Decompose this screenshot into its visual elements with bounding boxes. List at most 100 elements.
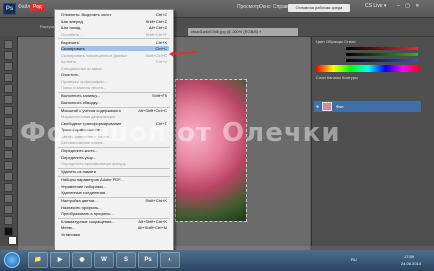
- menu-edit[interactable]: Ред: [30, 3, 45, 11]
- stamp-tool-icon[interactable]: [4, 128, 13, 137]
- edit-menu-item[interactable]: Удалить из памяти: [61, 169, 169, 174]
- menu-item-label: Определить кисть...: [61, 148, 98, 154]
- menu-item-shortcut: Shift+Ctrl+K: [145, 197, 167, 203]
- rose-photo[interactable]: [175, 79, 247, 222]
- blur-tool-icon[interactable]: [4, 172, 13, 181]
- menu-item-label: Вырезать: [61, 39, 79, 45]
- healing-tool-icon[interactable]: [4, 106, 13, 115]
- menu-item-shortcut: Shift+Ctrl+F: [145, 31, 167, 37]
- edit-menu-item[interactable]: Очистить: [61, 72, 169, 77]
- photoshop-icon[interactable]: Ps: [138, 252, 158, 268]
- type-tool-icon[interactable]: [4, 205, 13, 214]
- background-color-swatch[interactable]: [8, 236, 17, 245]
- marquee-tool-icon[interactable]: [4, 51, 13, 60]
- edit-menu-item[interactable]: Наборы параметров Adobe PDF...: [61, 177, 169, 182]
- menu-item-shortcut: Alt+Shift+Ctrl+C: [138, 107, 167, 113]
- edit-menu-item[interactable]: Масштаб с учетом содержимого Alt+Shift+Ct…: [61, 108, 169, 113]
- firefox-icon[interactable]: ◐: [160, 252, 180, 268]
- menu-item-label: Шаг вперед: [61, 18, 83, 24]
- edit-menu-item[interactable]: Удаленные соединения...: [61, 190, 169, 195]
- red-slider[interactable]: [346, 47, 418, 50]
- menu-item-shortcut: Ctrl+V: [155, 59, 167, 65]
- media-icon[interactable]: ▶: [50, 252, 70, 268]
- skype-icon[interactable]: S: [116, 252, 136, 268]
- edit-menu-item[interactable]: Назначить профиль...: [61, 205, 169, 210]
- menu-item-label: Масштаб с учетом содержимого: [61, 107, 121, 113]
- brush-tool-icon[interactable]: [4, 117, 13, 126]
- menu-item-shortcut: Shift+Ctrl+Z: [145, 18, 167, 24]
- edit-menu-item: Скопировать совмещенные данные Shift+Ctrl…: [61, 53, 169, 58]
- menu-item-label: Клавиатурные сокращения...: [61, 218, 115, 224]
- move-tool-icon[interactable]: [4, 40, 13, 49]
- menu-item-shortcut: Shift+F5: [151, 93, 167, 99]
- edit-menu-item[interactable]: Настройка цветов... Shift+Ctrl+K: [61, 198, 169, 203]
- gradient-tool-icon[interactable]: [4, 161, 13, 170]
- menu-item-label: Преобразовать в профиль...: [61, 211, 114, 217]
- workspace-button[interactable]: Основная рабочая среда: [288, 4, 350, 12]
- color-panel-tabs[interactable]: Цвет Образцы Стили: [316, 39, 356, 44]
- blue-slider[interactable]: [346, 59, 418, 62]
- edit-menu-item[interactable]: Скопировать Ctrl+C: [61, 46, 169, 52]
- pen-tool-icon[interactable]: [4, 194, 13, 203]
- eraser-tool-icon[interactable]: [4, 150, 13, 159]
- language-indicator[interactable]: RU: [351, 257, 357, 262]
- start-button-icon[interactable]: [4, 252, 20, 268]
- menu-item-label: Скопировать совмещенные данные: [61, 52, 128, 58]
- green-slider[interactable]: [346, 53, 418, 56]
- chrome-icon[interactable]: ◉: [72, 252, 92, 268]
- menu-item-label: Скопировать: [61, 46, 85, 52]
- annotation-arrow-head: [169, 51, 174, 57]
- menu-file[interactable]: Файл: [18, 4, 30, 10]
- history-brush-tool-icon[interactable]: [4, 139, 13, 148]
- menu-item-label: Вклеить: [61, 59, 77, 65]
- cs-live-button[interactable]: CS Live ▾: [365, 3, 386, 9]
- edit-menu-item[interactable]: Преобразовать в профиль...: [61, 211, 169, 216]
- edit-menu-item[interactable]: Выполнить заливку... Shift+F5: [61, 93, 169, 98]
- document-tab[interactable]: cfcad1a4cf244b.jpg @ 100% (RGB/8) ×: [188, 28, 298, 36]
- menu-item-shortcut: Ctrl+Z: [156, 12, 167, 17]
- eyedropper-tool-icon[interactable]: [4, 95, 13, 104]
- edit-menu-item[interactable]: Выполнить обводку...: [61, 100, 169, 105]
- watermark-text: Фотошоп от Олечки: [20, 118, 341, 148]
- edit-menu-item: Вклеить Ctrl+V: [61, 59, 169, 64]
- edit-menu-item[interactable]: Клавиатурные сокращения... Alt+Shift+Ctrl…: [61, 219, 169, 224]
- edit-menu-item[interactable]: Вырезать Ctrl+X: [61, 40, 169, 45]
- eye-icon[interactable]: ●: [316, 104, 319, 110]
- dodge-tool-icon[interactable]: [4, 183, 13, 192]
- menu-item-shortcut: Alt+Shift+Ctrl+M: [137, 225, 167, 231]
- edit-menu-item[interactable]: Определить кисть...: [61, 148, 169, 153]
- foreground-color-swatch[interactable]: [4, 227, 13, 236]
- menu-item-shortcut: Ctrl+C: [155, 46, 167, 52]
- edit-menu-item[interactable]: Шаг назад Alt+Ctrl+Z: [61, 25, 169, 30]
- menu-view[interactable]: Просмотр: [237, 4, 260, 10]
- clock-time[interactable]: 17:59: [404, 254, 414, 259]
- menu-window[interactable]: Окно: [259, 4, 271, 10]
- path-select-tool-icon[interactable]: [4, 216, 13, 225]
- edit-menu-item[interactable]: Шаг вперед Shift+Ctrl+Z: [61, 19, 169, 24]
- edit-menu-item[interactable]: Установки: [61, 232, 169, 237]
- edit-menu-item[interactable]: Управление наборами...: [61, 184, 169, 189]
- menu-item-shortcut: Shift+Ctrl+C: [145, 52, 167, 58]
- color-ramp[interactable]: [316, 65, 420, 72]
- edit-menu-item[interactable]: Меню... Alt+Shift+Ctrl+M: [61, 225, 169, 230]
- lasso-tool-icon[interactable]: [4, 62, 13, 71]
- edit-menu-item[interactable]: Определить узор...: [61, 155, 169, 160]
- edit-menu-item[interactable]: Отменить: Выделить холст Ctrl+Z: [61, 12, 169, 17]
- quick-select-tool-icon[interactable]: [4, 73, 13, 82]
- menu-item-shortcut: Alt+Shift+Ctrl+K: [138, 218, 167, 224]
- menu-item-label: Меню...: [61, 225, 76, 231]
- menu-item-label: Выполнить заливку...: [61, 93, 101, 99]
- window-controls[interactable]: – ▢ ✕: [397, 3, 421, 9]
- menu-item-label: Управление наборами...: [61, 183, 107, 189]
- layers-panel-tabs[interactable]: Слои Каналы Контуры: [316, 75, 358, 80]
- explorer-icon[interactable]: 📁: [28, 252, 48, 268]
- menu-item-shortcut: Ctrl+X: [155, 39, 167, 45]
- menu-item-label: Удалить из памяти: [61, 169, 96, 175]
- crop-tool-icon[interactable]: [4, 84, 13, 93]
- menu-item-label: Поиск и замена текста...: [61, 85, 107, 91]
- clock-date[interactable]: 24.08.2014: [401, 261, 421, 266]
- word-icon[interactable]: W: [94, 252, 114, 268]
- menu-item-shortcut: Alt+Ctrl+Z: [148, 25, 167, 31]
- menu-item-label: Проверка орфографии...: [61, 78, 107, 84]
- menu-item-label: Очистить: [61, 72, 79, 78]
